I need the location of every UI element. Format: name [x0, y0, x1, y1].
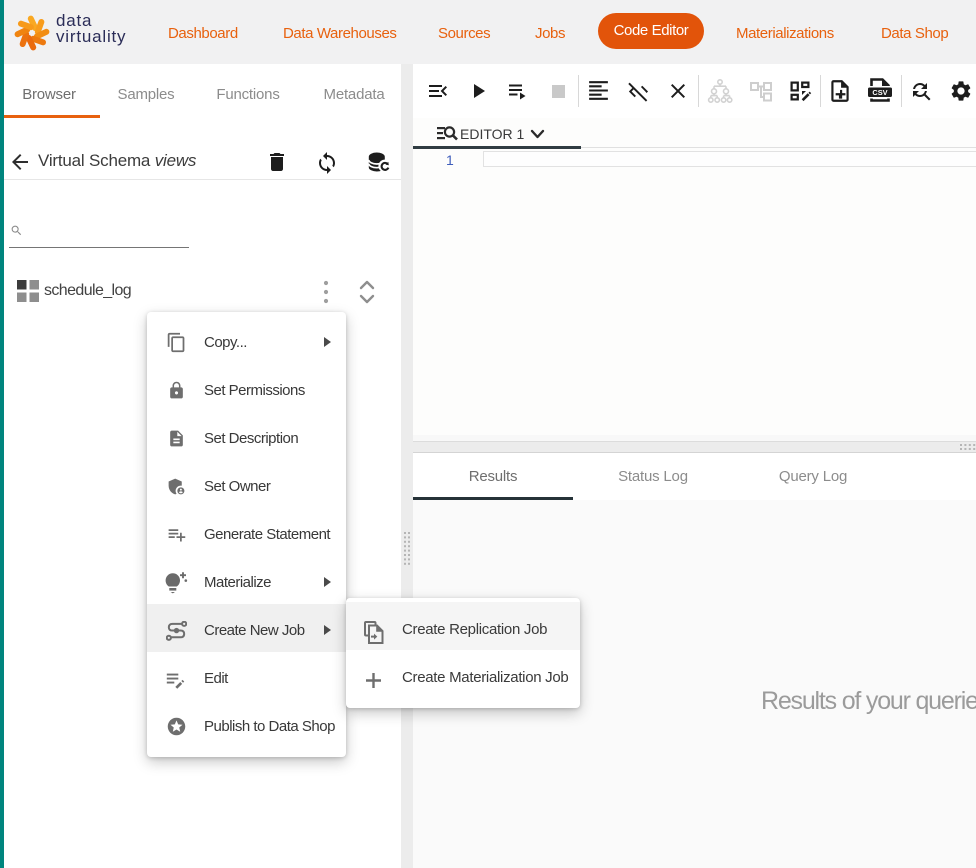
svg-text:CSV: CSV: [872, 88, 887, 97]
